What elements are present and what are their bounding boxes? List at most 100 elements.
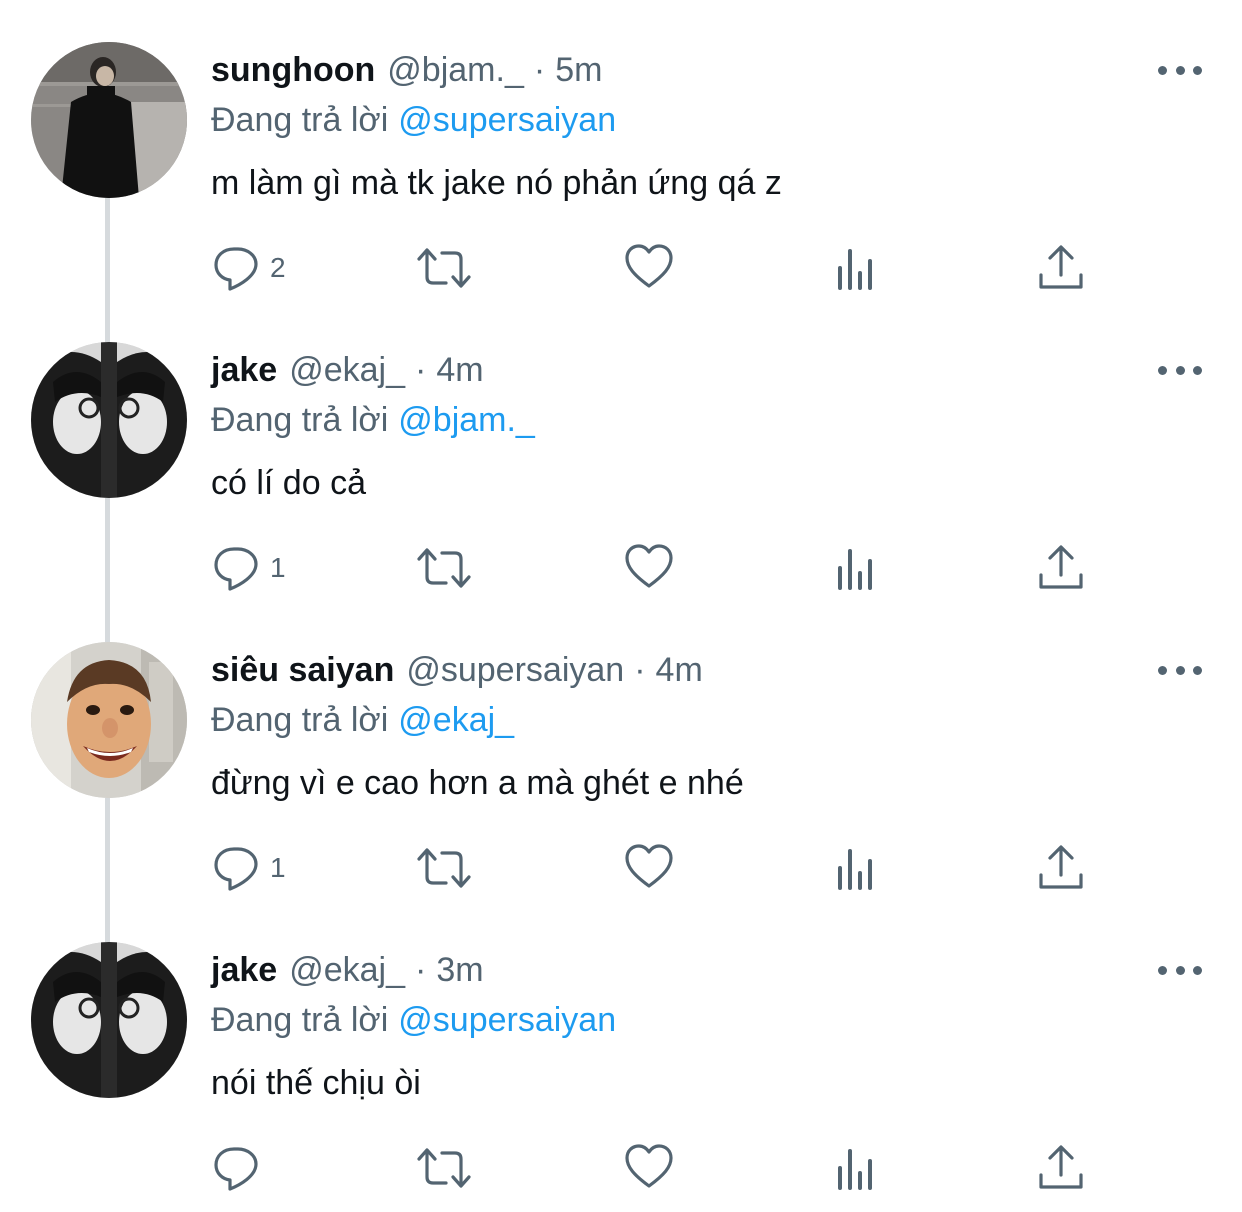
bar-chart-icon bbox=[838, 249, 872, 290]
tweet-thread: sunghoon @bjam._ · 5m Đang trả lời @super… bbox=[0, 0, 1242, 1212]
timestamp[interactable]: 4m bbox=[436, 348, 483, 392]
bar-chart-icon bbox=[838, 1149, 872, 1190]
avatar[interactable] bbox=[31, 642, 187, 798]
like-button[interactable] bbox=[624, 840, 674, 896]
timestamp[interactable]: 4m bbox=[656, 648, 703, 692]
replying-label: Đang trả lời bbox=[211, 101, 389, 139]
user-handle[interactable]: @ekaj_ bbox=[289, 348, 405, 392]
like-button[interactable] bbox=[624, 540, 674, 596]
reply-count: 1 bbox=[270, 852, 286, 883]
tweet-text: có lí do cả bbox=[211, 464, 366, 502]
more-dots-icon[interactable] bbox=[1158, 362, 1202, 378]
tweet-text: đừng vì e cao hơn a mà ghét e nhé bbox=[211, 764, 744, 802]
analytics-button[interactable] bbox=[832, 840, 882, 896]
replying-to: Đang trả lời @supersaiyan bbox=[211, 98, 616, 142]
timestamp[interactable]: 3m bbox=[436, 948, 483, 992]
tweet-header: sunghoon @bjam._ · 5m bbox=[211, 48, 602, 92]
mention-link[interactable]: @supersaiyan bbox=[398, 101, 616, 139]
avatar-photo bbox=[31, 42, 187, 198]
retweet-icon bbox=[417, 248, 471, 288]
avatar-photo bbox=[31, 942, 187, 1098]
share-icon bbox=[1039, 245, 1083, 289]
tweet-header: jake @ekaj_ · 4m bbox=[211, 348, 484, 392]
mention-link[interactable]: @ekaj_ bbox=[398, 701, 514, 739]
tweet-header: jake @ekaj_ · 3m bbox=[211, 948, 484, 992]
reply-button[interactable]: 2 bbox=[212, 240, 286, 296]
separator: · bbox=[533, 51, 546, 89]
mention-link[interactable]: @supersaiyan bbox=[398, 1001, 616, 1039]
heart-icon bbox=[625, 244, 673, 288]
share-button[interactable] bbox=[1036, 240, 1086, 296]
retweet-button[interactable] bbox=[416, 240, 472, 296]
tweet-text: nói thế chịu òi bbox=[211, 1064, 421, 1102]
user-handle[interactable]: @ekaj_ bbox=[289, 948, 405, 992]
heart-icon bbox=[625, 844, 673, 888]
heart-icon bbox=[625, 1144, 673, 1188]
tweet-actions bbox=[0, 1140, 1242, 1196]
separator: · bbox=[414, 951, 427, 989]
speech-bubble-icon bbox=[214, 247, 258, 291]
reply-count: 1 bbox=[270, 552, 286, 583]
replying-to: Đang trả lời @ekaj_ bbox=[211, 698, 514, 742]
speech-bubble-icon bbox=[214, 547, 258, 591]
tweet[interactable]: jake @ekaj_ · 3m Đang trả lời @supersaiya… bbox=[0, 900, 1242, 1200]
avatar-photo bbox=[31, 342, 187, 498]
display-name[interactable]: jake bbox=[211, 948, 277, 992]
avatar-photo bbox=[31, 642, 187, 798]
separator: · bbox=[634, 651, 646, 689]
share-icon bbox=[1039, 845, 1083, 889]
replying-to: Đang trả lời @supersaiyan bbox=[211, 998, 616, 1042]
reply-button[interactable] bbox=[212, 1140, 270, 1196]
analytics-button[interactable] bbox=[832, 240, 882, 296]
more-dots-icon[interactable] bbox=[1158, 962, 1202, 978]
analytics-button[interactable] bbox=[832, 540, 882, 596]
tweet[interactable]: sunghoon @bjam._ · 5m Đang trả lời @super… bbox=[0, 0, 1242, 300]
speech-bubble-icon bbox=[214, 847, 258, 891]
reply-button[interactable]: 1 bbox=[212, 840, 286, 896]
tweet-actions: 2 bbox=[0, 240, 1242, 296]
user-handle[interactable]: @supersaiyan bbox=[406, 648, 624, 692]
timestamp[interactable]: 5m bbox=[555, 48, 602, 92]
heart-icon bbox=[625, 544, 673, 588]
reply-count: 2 bbox=[270, 252, 286, 283]
more-dots-icon[interactable] bbox=[1158, 662, 1202, 678]
retweet-button[interactable] bbox=[416, 1140, 472, 1196]
tweet[interactable]: jake @ekaj_ · 4m Đang trả lời @bjam._ có … bbox=[0, 300, 1242, 600]
bar-chart-icon bbox=[838, 849, 872, 890]
share-button[interactable] bbox=[1036, 840, 1086, 896]
user-handle[interactable]: @bjam._ bbox=[387, 48, 524, 92]
retweet-icon bbox=[417, 848, 471, 888]
separator: · bbox=[414, 351, 427, 389]
retweet-button[interactable] bbox=[416, 540, 472, 596]
retweet-icon bbox=[417, 1148, 471, 1188]
speech-bubble-icon bbox=[214, 1147, 258, 1191]
tweet-actions: 1 bbox=[0, 840, 1242, 896]
reply-button[interactable]: 1 bbox=[212, 540, 286, 596]
tweet-header: siêu saiyan @supersaiyan · 4m bbox=[211, 648, 703, 692]
share-icon bbox=[1039, 1145, 1083, 1189]
share-icon bbox=[1039, 545, 1083, 589]
bar-chart-icon bbox=[838, 549, 872, 590]
retweet-button[interactable] bbox=[416, 840, 472, 896]
like-button[interactable] bbox=[624, 240, 674, 296]
share-button[interactable] bbox=[1036, 540, 1086, 596]
tweet-actions: 1 bbox=[0, 540, 1242, 596]
replying-label: Đang trả lời bbox=[211, 1001, 389, 1039]
tweet-text: m làm gì mà tk jake nó phản ứng qá z bbox=[211, 164, 782, 202]
mention-link[interactable]: @bjam._ bbox=[398, 401, 535, 439]
retweet-icon bbox=[417, 548, 471, 588]
analytics-button[interactable] bbox=[832, 1140, 882, 1196]
display-name[interactable]: jake bbox=[211, 348, 277, 392]
tweet[interactable]: siêu saiyan @supersaiyan · 4m Đang trả l… bbox=[0, 600, 1242, 900]
avatar[interactable] bbox=[31, 42, 187, 198]
display-name[interactable]: siêu saiyan bbox=[211, 648, 394, 692]
replying-label: Đang trả lời bbox=[211, 401, 389, 439]
like-button[interactable] bbox=[624, 1140, 674, 1196]
avatar[interactable] bbox=[31, 342, 187, 498]
display-name[interactable]: sunghoon bbox=[211, 48, 375, 92]
more-dots-icon[interactable] bbox=[1158, 62, 1202, 78]
share-button[interactable] bbox=[1036, 1140, 1086, 1196]
replying-label: Đang trả lời bbox=[211, 701, 389, 739]
replying-to: Đang trả lời @bjam._ bbox=[211, 398, 535, 442]
avatar[interactable] bbox=[31, 942, 187, 1098]
